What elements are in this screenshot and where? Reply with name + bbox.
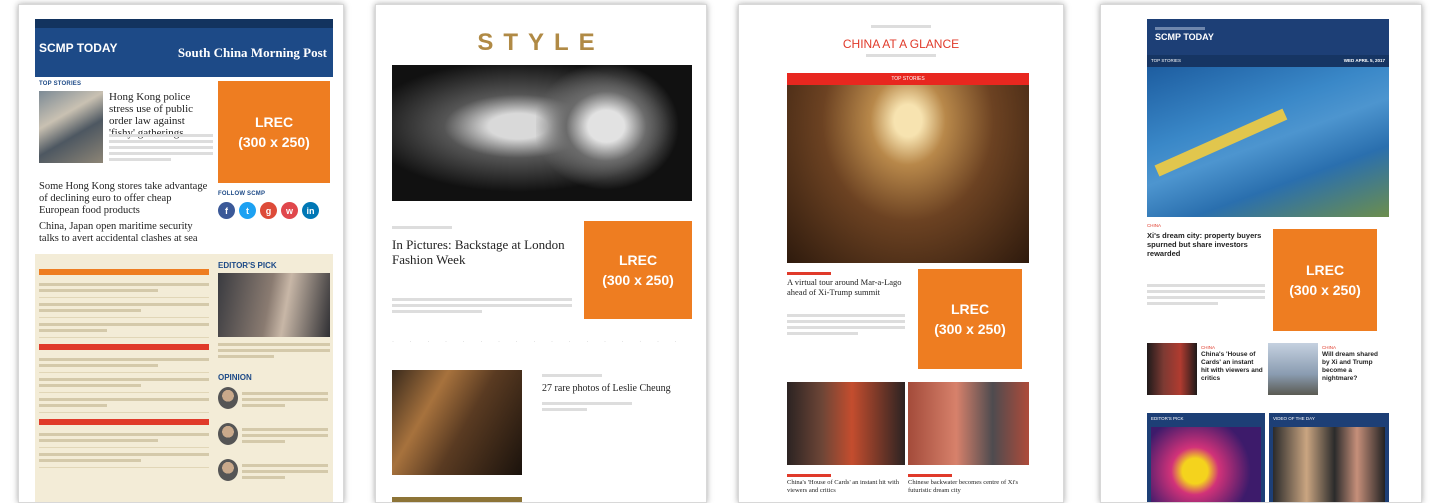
avatar (218, 387, 238, 409)
section-bar (39, 419, 209, 425)
newsletter-card-scmp-today-redesign: SCMP TODAY TOP STORIES WED APRIL 5, 2017… (1100, 4, 1422, 503)
masthead-brand: South China Morning Post (177, 45, 327, 60)
list-item[interactable] (39, 298, 209, 318)
video-of-the-day-block[interactable]: VIDEO OF THE DAY (1269, 413, 1389, 502)
opinion-item[interactable] (218, 387, 330, 417)
style-logo: STYLE (477, 29, 605, 56)
editors-pick-heading: EDITOR'S PICK (218, 261, 277, 270)
article-byline (542, 399, 632, 414)
google-plus-icon[interactable]: g (260, 202, 277, 219)
linkedin-icon[interactable]: in (302, 202, 319, 219)
hero-photo[interactable] (1147, 67, 1389, 217)
masthead-subbar: TOP STORIES WED APRIL 5, 2017 (1147, 55, 1389, 67)
twitter-icon[interactable]: t (239, 202, 256, 219)
lrec-size: (300 x 250) (238, 134, 310, 150)
story-kicker: CHINA (1322, 345, 1337, 350)
lrec-ad-placeholder: LREC (300 x 250) (918, 269, 1022, 369)
editors-pick-photo[interactable] (218, 273, 330, 337)
story-title-3[interactable]: Chinese backwater becomes centre of Xi's… (908, 479, 1029, 495)
newsletter-title: CHINA AT A GLANCE (842, 37, 960, 51)
lrec-ad-placeholder: LREC (300 x 250) (1273, 229, 1377, 331)
social-icons: f t g w in (218, 202, 319, 219)
article-photo[interactable] (392, 370, 522, 475)
story-title-3[interactable]: Will dream shared by Xi and Trump become… (1322, 351, 1384, 383)
article-kicker (542, 499, 602, 502)
lrec-size: (300 x 250) (934, 321, 1006, 337)
publisher-label (739, 25, 1063, 28)
masthead-title: SCMP TODAY (39, 41, 118, 55)
list-item[interactable] (39, 353, 209, 373)
opinion-item[interactable] (218, 459, 330, 489)
story-title-2[interactable]: China's 'House of Cards' an instant hit … (1201, 351, 1263, 383)
article-excerpt (392, 295, 572, 316)
video-heading: VIDEO OF THE DAY (1273, 416, 1315, 421)
list-item[interactable] (39, 318, 209, 338)
article-title-2[interactable]: 27 rare photos of Leslie Cheung (542, 383, 671, 394)
story-photo (39, 91, 103, 163)
opinion-item[interactable] (218, 423, 330, 453)
list-item[interactable] (39, 278, 209, 298)
story-thumbnail[interactable] (1268, 343, 1318, 395)
lrec-ad-placeholder: LREC (300 x 250) (584, 221, 692, 319)
video-thumbnail (1273, 427, 1385, 502)
list-item[interactable] (39, 373, 209, 393)
story-photo[interactable] (908, 382, 1029, 465)
lrec-size: (300 x 250) (602, 272, 674, 288)
editors-pick-heading: EDITOR'S PICK (1151, 416, 1184, 421)
headline-3[interactable]: China, Japan open maritime security talk… (39, 221, 215, 245)
masthead-title: SCMP TODAY (1155, 32, 1214, 42)
article-title[interactable]: In Pictures: Backstage at London Fashion… (392, 237, 572, 267)
story-excerpt (787, 311, 905, 338)
section-bar (39, 269, 209, 275)
list-item[interactable] (39, 428, 209, 448)
story-list (39, 263, 209, 468)
avatar (218, 459, 238, 481)
lrec-label: LREC (618, 252, 658, 268)
newsletter-card-style: STYLE In Pictures: Backstage at London F… (375, 4, 707, 503)
article-kicker (392, 223, 452, 232)
lrec-label: LREC (950, 301, 990, 317)
avatar (218, 423, 238, 445)
newsletter-date (739, 54, 1063, 57)
facebook-icon[interactable]: f (218, 202, 235, 219)
story-title-1[interactable]: A virtual tour around Mar-a-Lago ahead o… (787, 277, 905, 297)
lrec-label: LREC (254, 114, 294, 130)
top-stories-bar: TOP STORIES (787, 73, 1029, 85)
divider-dots: · · · · · · · · · · · · · · · · · · · · … (392, 339, 692, 345)
hero-photo-overlay (536, 65, 692, 201)
lrec-label: LREC (1305, 262, 1345, 278)
headline-1-summary (109, 131, 213, 164)
story-kicker: CHINA (1201, 345, 1216, 350)
newsletter-card-china-at-a-glance: CHINA AT A GLANCE TOP STORIES A virtual … (738, 4, 1064, 503)
top-stories-label: TOP STORIES (1151, 58, 1182, 63)
story-excerpt (1147, 281, 1265, 308)
section-label-top-stories: TOP STORIES (39, 81, 82, 87)
editors-pick-block[interactable]: EDITOR'S PICK (1147, 413, 1265, 502)
article-photo[interactable] (392, 497, 522, 502)
masthead: SCMP TODAY (1147, 19, 1389, 55)
editors-pick-photo (1151, 427, 1261, 502)
story-kicker: CHINA (1147, 223, 1162, 228)
section-bar (39, 344, 209, 350)
masthead-strip (35, 19, 333, 28)
list-item[interactable] (39, 393, 209, 413)
issue-date: WED APRIL 5, 2017 (1343, 58, 1385, 63)
story-title-2[interactable]: China's 'House of Cards' an instant hit … (787, 479, 905, 495)
newsletter-card-scmp-today: SCMP TODAY South China Morning Post TOP … (18, 4, 344, 503)
hero-photo[interactable] (787, 85, 1029, 263)
opinion-heading: OPINION (218, 373, 252, 382)
headline-2[interactable]: Some Hong Kong stores take advantage of … (39, 181, 211, 217)
weibo-icon[interactable]: w (281, 202, 298, 219)
story-title-1[interactable]: Xi's dream city: property buyers spurned… (1147, 231, 1265, 258)
story-thumbnail[interactable] (1147, 343, 1197, 395)
follow-label: FOLLOW SCMP (218, 191, 266, 197)
article-kicker (542, 371, 602, 380)
story-photo[interactable] (787, 382, 905, 465)
list-item[interactable] (39, 448, 209, 468)
masthead: SCMP TODAY South China Morning Post (35, 19, 333, 77)
lrec-ad-placeholder: LREC (300 x 250) (218, 81, 330, 183)
editors-pick-caption (218, 340, 330, 361)
lrec-size: (300 x 250) (1289, 282, 1361, 298)
